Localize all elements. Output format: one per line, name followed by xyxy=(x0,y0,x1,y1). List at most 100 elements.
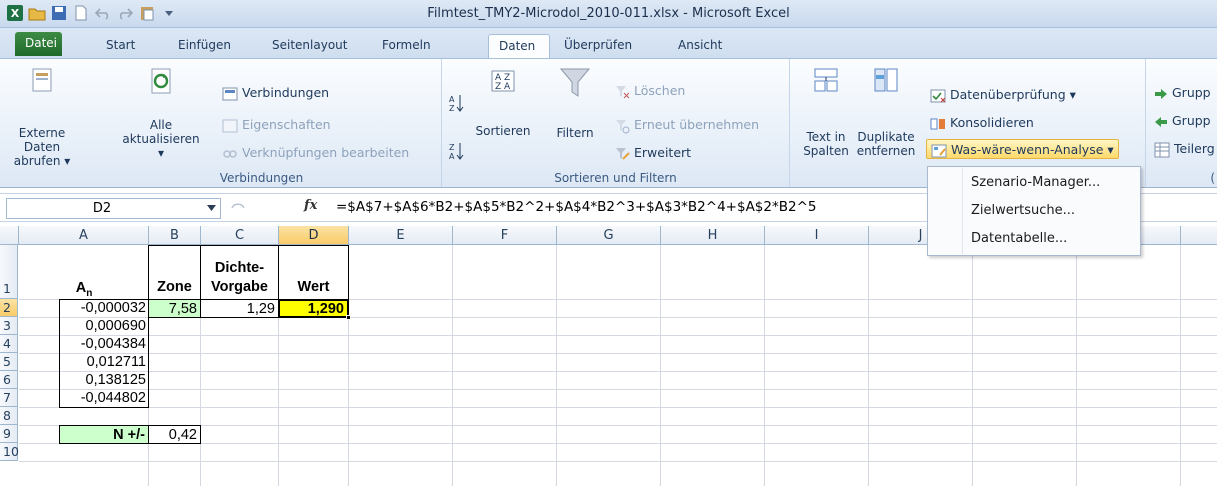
tab-start[interactable]: Start xyxy=(96,34,145,58)
what-if-analysis-label: Was-wäre-wenn-Analyse ▾ xyxy=(951,142,1114,157)
subtotal-button[interactable]: Teilerg xyxy=(1154,139,1215,159)
row-header-9[interactable]: 9 xyxy=(0,425,18,443)
tab-seitenlayout[interactable]: Seitenlayout xyxy=(262,34,357,58)
refresh-icon xyxy=(151,68,171,94)
advanced-filter-button[interactable]: Erweitert xyxy=(614,143,691,163)
row-header-10[interactable]: 10 xyxy=(0,443,19,461)
window-title: Filmtest_TMY2-Microdol_2010-011.xlsx - M… xyxy=(427,6,790,21)
column-header-f[interactable]: F xyxy=(453,226,557,245)
insert-function-icon[interactable]: fx xyxy=(304,198,317,213)
svg-text:Z A: Z A xyxy=(495,82,511,92)
select-all-corner[interactable] xyxy=(0,226,19,245)
reapply-icon xyxy=(616,119,630,133)
cell-a2[interactable]: -0,000032 xyxy=(19,299,149,317)
filter-label: Filtern xyxy=(556,126,594,140)
filter-button[interactable]: Filtern xyxy=(550,65,600,140)
group-connections: Alle aktualisieren ▾ Verbindungen Eigens… xyxy=(82,59,442,187)
cell-b1[interactable]: Zone xyxy=(148,245,201,300)
row-header-1[interactable]: 1 xyxy=(0,245,18,299)
ungroup-button[interactable]: Grupp xyxy=(1154,111,1211,131)
column-header-m[interactable] xyxy=(1181,226,1217,245)
cell-a3[interactable]: 0,000690 xyxy=(19,317,149,335)
gridline xyxy=(1076,245,1077,486)
row-header-6[interactable]: 6 xyxy=(0,371,18,389)
remove-duplicates-button[interactable]: Duplikate entfernen xyxy=(852,65,920,158)
cell-b2[interactable]: 7,58 xyxy=(148,299,201,318)
cell-c2[interactable]: 1,29 xyxy=(200,299,279,318)
cell-d1[interactable]: Wert xyxy=(278,245,349,300)
cell-a5[interactable]: 0,012711 xyxy=(19,353,149,371)
title-bar: X Filmtest_TMY2-Microdol_2010-011.xlsx -… xyxy=(0,0,1217,28)
menu-item-data-table[interactable]: Datentabelle... xyxy=(928,226,1140,252)
what-if-icon xyxy=(931,144,947,157)
tab-formeln[interactable]: Formeln xyxy=(372,34,441,58)
edit-links-button[interactable]: Verknüpfungen bearbeiten xyxy=(222,143,409,163)
column-header-i[interactable]: I xyxy=(765,226,869,245)
gridline xyxy=(19,335,1217,336)
name-box[interactable]: D2 xyxy=(6,198,221,219)
gridline xyxy=(19,389,1217,390)
consolidate-label: Konsolidieren xyxy=(950,115,1034,130)
row-header-8[interactable]: 8 xyxy=(0,407,18,425)
reapply-button[interactable]: Erneut übernehmen xyxy=(614,115,759,135)
cell-a7[interactable]: -0,044802 xyxy=(19,389,149,407)
cell-a9[interactable]: N +/- xyxy=(59,425,149,444)
cell-c1[interactable]: Dichte- Vorgabe xyxy=(200,245,279,300)
formula-input[interactable]: =$A$7+$A$6*B2+$A$5*B2^2+$A$4*B2^3+$A$3*B… xyxy=(336,199,817,215)
text-to-columns-label-1: Text in xyxy=(806,130,846,144)
tab-einfuegen[interactable]: Einfügen xyxy=(168,34,241,58)
refresh-label-2: aktualisieren ▾ xyxy=(122,132,200,160)
svg-text:Z: Z xyxy=(449,143,455,152)
row-header-7[interactable]: 7 xyxy=(0,389,18,407)
fill-handle[interactable] xyxy=(346,315,351,320)
gridline xyxy=(19,371,1217,372)
cell-d2[interactable]: 1,290 xyxy=(278,299,349,318)
row-header-2[interactable]: 2 xyxy=(0,299,18,317)
row-header-5[interactable]: 5 xyxy=(0,353,18,371)
remove-duplicates-label-2: entfernen xyxy=(856,144,916,158)
column-header-b[interactable]: B xyxy=(149,226,201,245)
sort-za-icon[interactable]: ZA xyxy=(448,141,464,161)
column-header-c[interactable]: C xyxy=(201,226,279,245)
column-header-d[interactable]: D xyxy=(279,226,349,245)
ribbon-tabs: Datei Start Einfügen Seitenlayout Formel… xyxy=(0,28,1217,58)
svg-text:A: A xyxy=(449,152,455,161)
gridline xyxy=(764,245,765,486)
menu-item-scenario-manager[interactable]: Szenario-Manager... xyxy=(928,170,1140,196)
row-header-3[interactable]: 3 xyxy=(0,317,18,335)
sort-button[interactable]: A ZZ A Sortieren xyxy=(470,65,536,138)
text-to-columns-button[interactable]: Text in Spalten xyxy=(800,65,852,158)
sort-az-icon[interactable]: AZ xyxy=(448,93,464,113)
gridline xyxy=(452,245,453,486)
group-button[interactable]: Grupp xyxy=(1154,83,1211,103)
tab-datei[interactable]: Datei xyxy=(15,32,62,56)
cell-b9[interactable]: 0,42 xyxy=(148,425,201,444)
column-header-h[interactable]: H xyxy=(661,226,765,245)
properties-button[interactable]: Eigenschaften xyxy=(222,115,331,135)
connections-button[interactable]: Verbindungen xyxy=(222,83,329,103)
consolidate-button[interactable]: Konsolidieren xyxy=(930,113,1034,133)
row-header-4[interactable]: 4 xyxy=(0,335,18,353)
column-header-g[interactable]: G xyxy=(557,226,661,245)
column-header-e[interactable]: E xyxy=(349,226,453,245)
spreadsheet-grid[interactable]: A B C D E F G H I J 1 2 3 4 5 6 7 8 9 10… xyxy=(0,226,1217,486)
gridline xyxy=(868,245,869,486)
tab-ansicht[interactable]: Ansicht xyxy=(668,34,732,58)
advanced-filter-icon xyxy=(616,147,630,160)
gridline xyxy=(19,353,1217,354)
tab-ueberpruefen[interactable]: Überprüfen xyxy=(554,34,642,58)
cell-a4[interactable]: -0,004384 xyxy=(19,335,149,353)
tab-daten[interactable]: Daten xyxy=(488,34,550,58)
get-external-data-button[interactable]: Externe Daten abrufen ▾ xyxy=(4,65,80,168)
clear-filter-button[interactable]: Löschen xyxy=(614,81,685,101)
gridline xyxy=(19,407,1217,408)
what-if-analysis-button[interactable]: Was-wäre-wenn-Analyse ▾ xyxy=(926,139,1119,159)
name-box-dropdown-icon[interactable] xyxy=(207,205,216,212)
menu-item-goal-seek[interactable]: Zielwertsuche... xyxy=(928,198,1140,224)
cell-a1[interactable]: An xyxy=(19,280,149,299)
cell-a6[interactable]: 0,138125 xyxy=(19,371,149,389)
data-validation-button[interactable]: Datenüberprüfung ▾ xyxy=(930,85,1076,105)
group-label-connections: Verbindungen xyxy=(219,171,304,185)
column-header-a[interactable]: A xyxy=(19,226,149,245)
refresh-all-button[interactable]: Alle aktualisieren ▾ xyxy=(118,65,204,160)
